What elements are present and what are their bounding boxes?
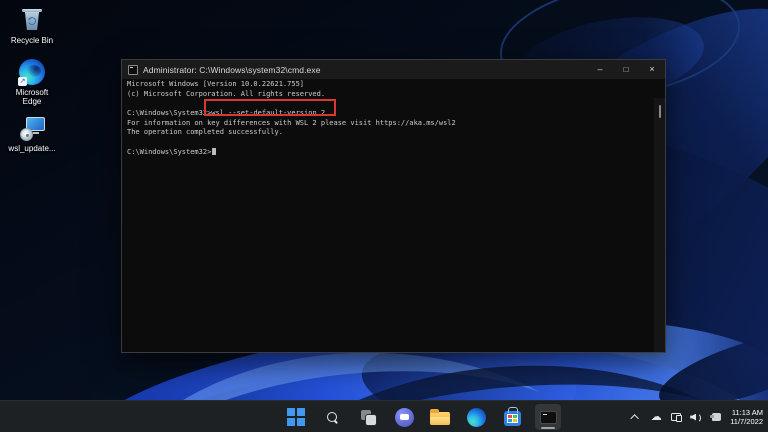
active-app-indicator bbox=[541, 427, 555, 429]
hidden-icons-button[interactable] bbox=[630, 410, 642, 424]
onedrive-tray-button[interactable]: ☁ bbox=[650, 410, 662, 424]
window-titlebar[interactable]: Administrator: C:\Windows\system32\cmd.e… bbox=[122, 60, 665, 79]
desktop-icon-wsl-update[interactable]: wsl_update... bbox=[0, 114, 64, 153]
minimize-button[interactable]: – bbox=[587, 60, 613, 79]
recycle-bin-icon bbox=[18, 6, 46, 34]
cmd-icon bbox=[128, 65, 138, 75]
desktop-icon-microsoft-edge[interactable]: ↗ Microsoft Edge bbox=[0, 58, 64, 106]
store-button[interactable] bbox=[499, 404, 525, 430]
cmd-window: Administrator: C:\Windows\system32\cmd.e… bbox=[121, 59, 666, 353]
close-button[interactable]: × bbox=[639, 60, 665, 79]
start-button[interactable] bbox=[283, 404, 309, 430]
windows-logo-icon bbox=[287, 408, 305, 426]
desktop: Recycle Bin ↗ Microsoft Edge wsl_update.… bbox=[0, 0, 768, 432]
desktop-icon-label: wsl_update... bbox=[0, 144, 64, 153]
edge-button[interactable] bbox=[463, 404, 489, 430]
text-cursor bbox=[212, 148, 216, 155]
window-title: Administrator: C:\Windows\system32\cmd.e… bbox=[143, 65, 321, 75]
network-tray-button[interactable] bbox=[670, 410, 682, 424]
edge-icon bbox=[467, 408, 486, 427]
volume-tray-button[interactable] bbox=[690, 410, 702, 424]
search-button[interactable] bbox=[319, 404, 345, 430]
folder-icon bbox=[430, 412, 450, 425]
chat-icon bbox=[395, 408, 414, 427]
chevron-up-icon bbox=[631, 414, 639, 422]
console-line-result: The operation completed successfully. bbox=[127, 128, 456, 138]
tray-date: 11/7/2022 bbox=[730, 417, 763, 427]
desktop-icon-recycle-bin[interactable]: Recycle Bin bbox=[0, 6, 64, 45]
tray-time: 11:13 AM bbox=[730, 408, 763, 418]
desktop-icon-label: Recycle Bin bbox=[0, 36, 64, 45]
task-view-button[interactable] bbox=[355, 404, 381, 430]
cloud-icon: ☁ bbox=[651, 410, 662, 424]
pen-tray-button[interactable] bbox=[710, 410, 722, 424]
console-scrollbar[interactable] bbox=[654, 98, 665, 352]
maximize-button[interactable]: □ bbox=[613, 60, 639, 79]
console-line-version: Microsoft Windows [Version 10.0.22621.75… bbox=[127, 80, 456, 90]
installer-icon bbox=[18, 114, 46, 142]
cmd-taskbar-button[interactable] bbox=[535, 404, 561, 430]
file-explorer-button[interactable] bbox=[427, 404, 453, 430]
console-output: Microsoft Windows [Version 10.0.22621.75… bbox=[127, 80, 456, 158]
shortcut-arrow-icon: ↗ bbox=[18, 77, 27, 86]
store-icon bbox=[504, 411, 521, 426]
scrollbar-thumb[interactable] bbox=[659, 105, 662, 118]
console-line-info: For information on key differences with … bbox=[127, 119, 456, 129]
clock[interactable]: 11:13 AM 11/7/2022 bbox=[730, 408, 765, 427]
chat-button[interactable] bbox=[391, 404, 417, 430]
desktop-icon-label: Microsoft Edge bbox=[9, 88, 55, 106]
cmd-icon bbox=[540, 411, 557, 424]
search-icon bbox=[327, 412, 338, 423]
network-display-icon bbox=[671, 413, 681, 421]
edge-icon: ↗ bbox=[18, 58, 46, 86]
console-prompt-line: C:\Windows\System32> bbox=[127, 148, 456, 158]
console-line-copyright: (c) Microsoft Corporation. All rights re… bbox=[127, 90, 456, 100]
task-view-icon bbox=[361, 410, 376, 425]
command-highlight-box bbox=[204, 99, 336, 116]
speaker-icon bbox=[690, 412, 702, 422]
console[interactable]: Microsoft Windows [Version 10.0.22621.75… bbox=[122, 79, 665, 352]
taskbar: ☁ 11:13 AM 11/7/2022 bbox=[0, 400, 768, 432]
pen-icon bbox=[712, 413, 721, 421]
